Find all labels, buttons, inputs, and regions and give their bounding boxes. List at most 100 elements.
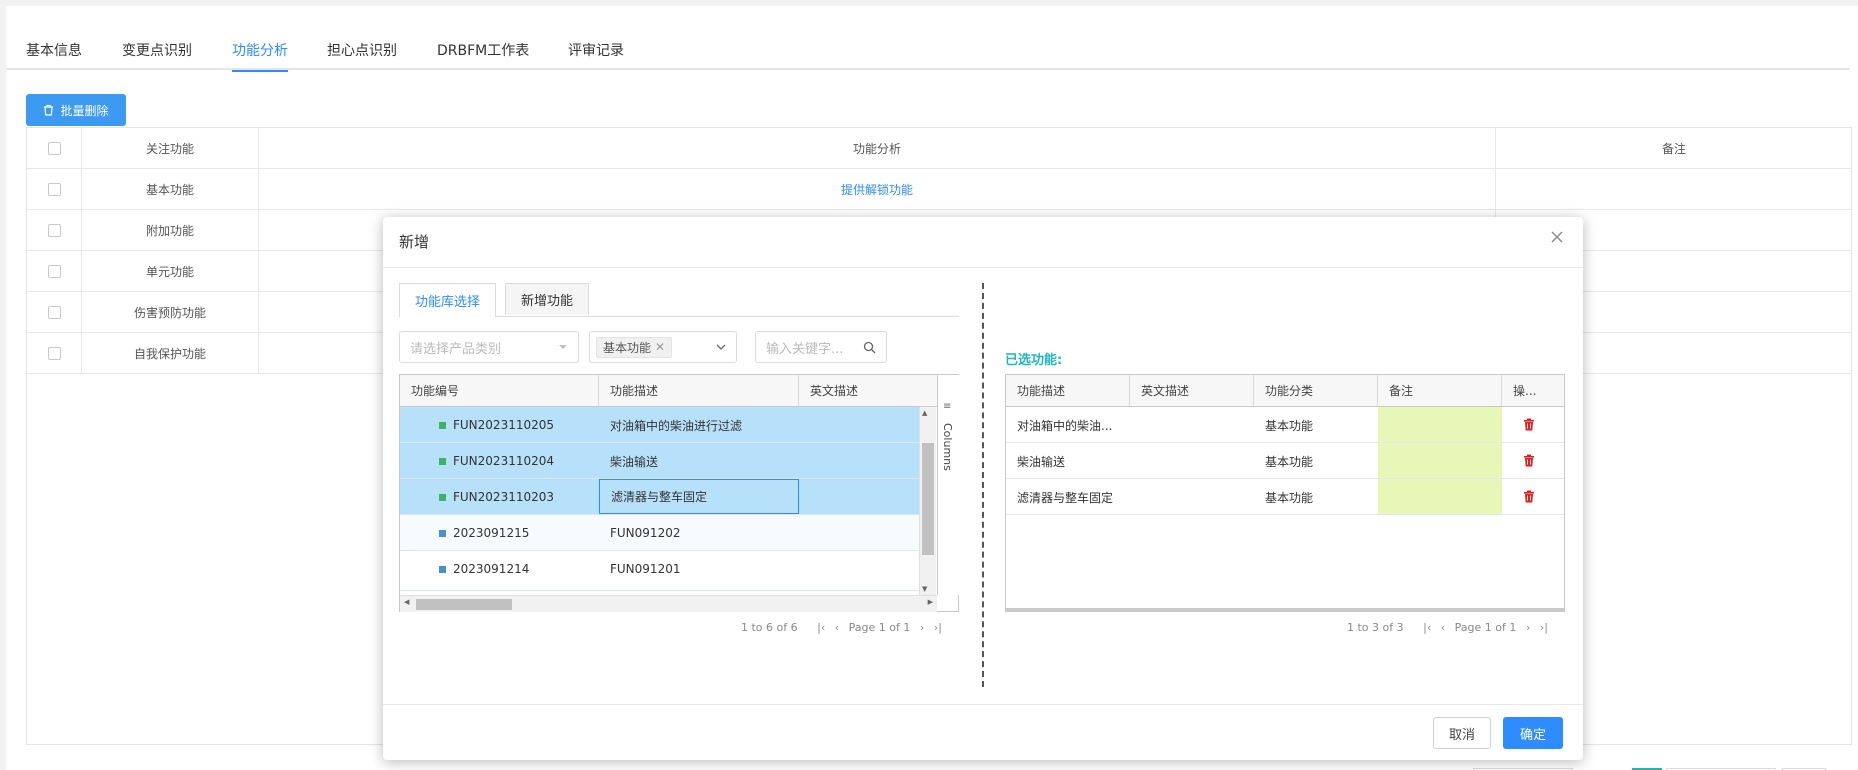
- grid-row[interactable]: FUN2023110203 滤清器与整车固定: [400, 479, 919, 515]
- next-page-icon[interactable]: ›: [1526, 621, 1530, 634]
- selected-row[interactable]: 柴油输送 基本功能: [1006, 443, 1564, 479]
- grid-header: 功能描述 英文描述 功能分类 备注 操...: [1006, 375, 1564, 407]
- vertical-scrollbar[interactable]: ▲ ▼: [919, 407, 936, 595]
- prev-page-icon[interactable]: ‹: [1441, 621, 1445, 634]
- selected-row[interactable]: 对油箱中的柴油... 基本功能: [1006, 407, 1564, 443]
- row-checkbox[interactable]: [47, 224, 61, 237]
- selected-row[interactable]: 滤清器与整车固定 基本功能: [1006, 479, 1564, 515]
- chip-label: 基本功能: [603, 340, 652, 355]
- columns-menu-icon: ≡: [943, 401, 952, 412]
- col-action[interactable]: 操...: [1502, 375, 1564, 406]
- col-function-id[interactable]: 功能编号: [400, 375, 599, 406]
- pager-range: 1 to 6 of 6: [741, 621, 798, 634]
- row-checkbox[interactable]: [47, 183, 61, 196]
- col-function-desc[interactable]: 功能描述: [1006, 375, 1130, 406]
- pager-page: Page 1 of 1: [1454, 621, 1517, 634]
- scroll-up-icon[interactable]: ▲: [922, 409, 927, 417]
- batch-delete-button[interactable]: 批量删除: [26, 94, 126, 126]
- grid-bottom-bar: [1006, 608, 1564, 611]
- prev-page-icon[interactable]: ‹: [835, 621, 839, 634]
- grid-row[interactable]: FUN2023110204 柴油输送: [400, 443, 919, 479]
- pager-range: 1 to 3 of 3: [1347, 621, 1404, 634]
- first-page-icon[interactable]: |‹: [1423, 621, 1431, 634]
- header-remark: 备注: [1661, 142, 1686, 156]
- tab-review-records[interactable]: 评审记录: [568, 40, 624, 70]
- analysis-link[interactable]: 提供解锁功能: [259, 169, 1496, 210]
- row-checkbox-cell: [27, 333, 82, 374]
- tab-new-function[interactable]: 新增功能: [505, 283, 590, 315]
- scroll-thumb[interactable]: [922, 443, 934, 555]
- row-checkbox[interactable]: [47, 306, 61, 319]
- chip-remove-icon[interactable]: ✕: [655, 340, 665, 354]
- table-header-row: 关注功能 功能分析 备注: [27, 128, 1851, 169]
- panel-divider: [982, 283, 984, 687]
- scroll-left-icon[interactable]: ◀: [404, 598, 409, 606]
- tab-concern-points[interactable]: 担心点识别: [327, 40, 397, 70]
- top-tabs: 基本信息 变更点识别 功能分析 担心点识别 DRBFM工作表 评审记录: [6, 32, 1850, 72]
- row-checkbox-cell: [27, 169, 82, 210]
- col-english-desc[interactable]: 英文描述: [1130, 375, 1254, 406]
- grid-row[interactable]: FUN2023110205 对油箱中的柴油进行过滤: [400, 407, 919, 443]
- col-english-desc[interactable]: 英文描述: [799, 375, 937, 406]
- row-checkbox-cell: [27, 292, 82, 333]
- row-desc: FUN091201: [610, 562, 681, 576]
- selected-chip: 基本功能 ✕: [596, 336, 673, 358]
- columns-tool-panel[interactable]: ≡ Columns: [937, 375, 959, 595]
- tab-function-analysis[interactable]: 功能分析: [232, 40, 288, 72]
- remark-input[interactable]: [1378, 407, 1502, 442]
- focus-cell: 单元功能: [82, 251, 259, 292]
- cancel-button[interactable]: 取消: [1433, 717, 1491, 749]
- tab-change-points[interactable]: 变更点识别: [122, 40, 192, 70]
- table-row: 基本功能 提供解锁功能: [27, 169, 1851, 210]
- keyword-search-box[interactable]: 输入关键字...: [755, 331, 887, 363]
- add-function-dialog: 新增 功能库选择 新增功能 请选择产品类别 基本功能 ✕ 输入关键字... 功能…: [383, 217, 1583, 760]
- col-remark[interactable]: 备注: [1378, 375, 1502, 406]
- delete-icon[interactable]: [1523, 418, 1535, 431]
- delete-icon[interactable]: [1523, 454, 1535, 467]
- row-id-cell: FUN2023110205: [439, 407, 554, 443]
- product-category-select[interactable]: 请选择产品类别: [399, 331, 579, 363]
- row-id: FUN2023110204: [453, 454, 555, 468]
- first-page-icon[interactable]: |‹: [817, 621, 825, 634]
- status-square-icon: [439, 565, 446, 573]
- horizontal-scrollbar[interactable]: ◀ ▶: [400, 595, 937, 612]
- grid-header: 功能编号 功能描述 英文描述: [400, 375, 937, 407]
- col-function-desc[interactable]: 功能描述: [599, 375, 799, 406]
- grid-row[interactable]: 2023091215 FUN091202: [400, 515, 919, 551]
- close-icon[interactable]: [1547, 227, 1567, 247]
- last-page-icon[interactable]: ›|: [934, 621, 942, 634]
- row-checkbox[interactable]: [47, 265, 61, 278]
- focus-cell: 附加功能: [82, 210, 259, 251]
- last-page-icon[interactable]: ›|: [1540, 621, 1548, 634]
- header-checkbox-cell: [27, 128, 82, 169]
- status-square-icon: [439, 457, 446, 465]
- next-page-icon[interactable]: ›: [920, 621, 924, 634]
- tab-basic-info[interactable]: 基本信息: [26, 40, 82, 70]
- remark-input[interactable]: [1378, 443, 1502, 478]
- row-checkbox-cell: [27, 210, 82, 251]
- row-desc-focused-cell[interactable]: 滤清器与整车固定: [599, 479, 799, 514]
- col-function-category[interactable]: 功能分类: [1254, 375, 1378, 406]
- row-desc: FUN091202: [610, 526, 681, 540]
- delete-icon[interactable]: [1523, 490, 1535, 503]
- scroll-right-icon[interactable]: ▶: [928, 598, 933, 606]
- search-icon: [863, 341, 876, 353]
- row-id: FUN2023110205: [453, 418, 555, 432]
- tab-drbfm-worksheet[interactable]: DRBFM工作表: [437, 40, 529, 70]
- row-checkbox[interactable]: [47, 347, 61, 360]
- batch-delete-label: 批量删除: [60, 103, 109, 118]
- pager-page: Page 1 of 1: [848, 621, 911, 634]
- row-desc: 柴油输送: [610, 454, 659, 469]
- category-placeholder: 请选择产品类别: [410, 341, 502, 357]
- select-all-checkbox[interactable]: [47, 142, 61, 155]
- confirm-button[interactable]: 确定: [1503, 717, 1563, 749]
- row-id: 2023091215: [453, 526, 530, 540]
- scroll-thumb[interactable]: [416, 599, 512, 610]
- function-type-select[interactable]: 基本功能 ✕: [589, 331, 737, 363]
- row-desc: 柴油输送: [1017, 454, 1066, 469]
- remark-input[interactable]: [1378, 479, 1502, 514]
- grid-row[interactable]: 2023091214 FUN091201: [400, 551, 919, 591]
- scroll-down-icon[interactable]: ▼: [922, 585, 927, 593]
- status-square-icon: [439, 529, 446, 537]
- tab-library-select[interactable]: 功能库选择: [399, 283, 497, 317]
